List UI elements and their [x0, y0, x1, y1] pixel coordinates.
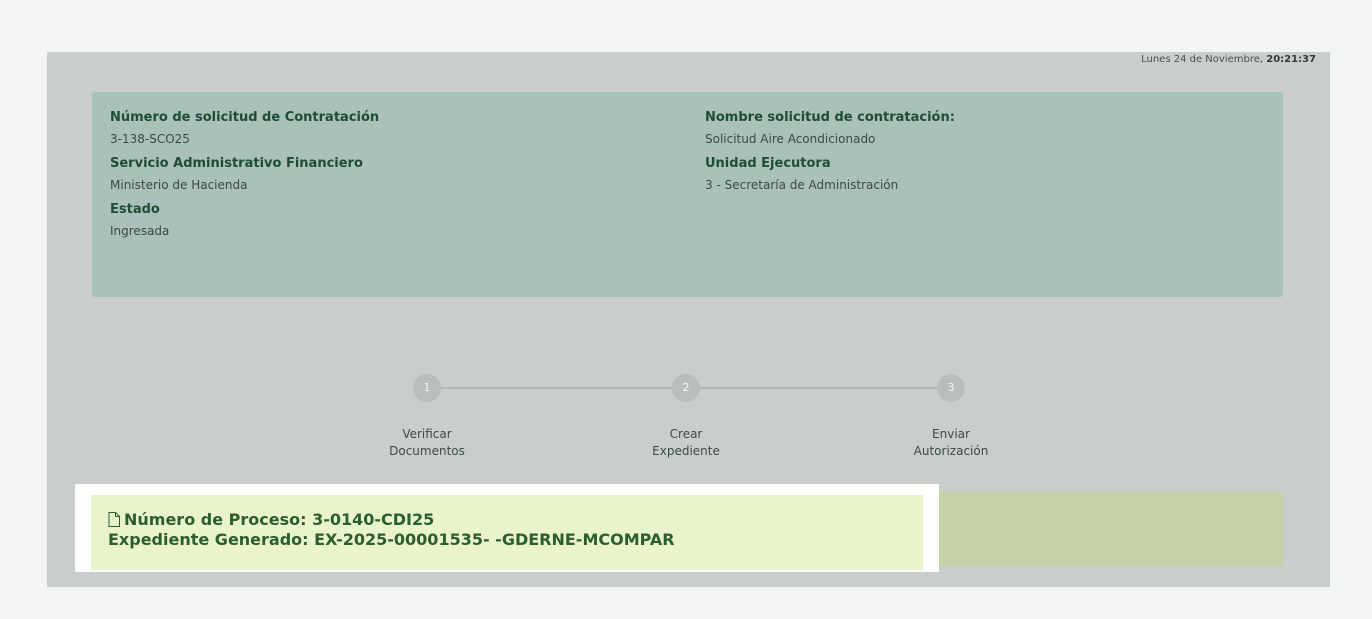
step-3-label-line1: Enviar	[932, 427, 970, 441]
executing-unit-label: Unidad Ejecutora	[705, 156, 831, 171]
executing-unit-value: 3 - Secretaría de Administración	[705, 178, 899, 192]
info-column-right: Nombre solicitud de contratación: Solici…	[705, 110, 955, 202]
status-value: Ingresada	[110, 224, 170, 238]
result-highlight: Número de Proceso: 3-0140-CDI25 Expedien…	[75, 484, 939, 572]
process-stepper: 1 2 3 Verificar Documentos Crear Expedie…	[47, 374, 1330, 464]
step-3-label-line2: Autorización	[913, 444, 989, 458]
step-2-circle[interactable]: 2	[672, 374, 700, 402]
expediente-text: Expediente Generado: EX-2025-00001535- -…	[108, 530, 675, 549]
step-2-label-line1: Crear	[669, 427, 703, 441]
step-connector	[439, 387, 679, 389]
date-text: Lunes 24 de Noviembre,	[1141, 54, 1264, 65]
step-2-label-line2: Expediente	[652, 444, 720, 458]
step-3-circle[interactable]: 3	[937, 374, 965, 402]
step-1-label: Verificar Documentos	[357, 426, 497, 460]
step-2-label: Crear Expediente	[616, 426, 756, 460]
result-banner: Número de Proceso: 3-0140-CDI25 Expedien…	[91, 495, 923, 570]
step-3-label: Enviar Autorización	[881, 426, 1021, 460]
request-name-label: Nombre solicitud de contratación:	[705, 110, 955, 125]
request-number-value: 3-138-SCO25	[110, 132, 190, 146]
process-number-line: Número de Proceso: 3-0140-CDI25	[108, 510, 923, 530]
request-number-label: Número de solicitud de Contratación	[110, 110, 380, 125]
step-1-label-line2: Documentos	[389, 444, 465, 458]
step-1-label-line1: Verificar	[402, 427, 452, 441]
financial-service-label: Servicio Administrativo Financiero	[110, 156, 363, 171]
step-connector	[699, 387, 947, 389]
info-column-left: Número de solicitud de Contratación 3-13…	[110, 110, 379, 248]
datetime-display: Lunes 24 de Noviembre, 20:21:37	[1141, 54, 1316, 65]
process-number-text: Número de Proceso: 3-0140-CDI25	[124, 510, 435, 529]
status-label: Estado	[110, 202, 160, 217]
step-1-circle[interactable]: 1	[413, 374, 441, 402]
request-name-value: Solicitud Aire Acondicionado	[705, 132, 876, 146]
document-icon	[108, 512, 120, 527]
request-info-card: Número de solicitud de Contratación 3-13…	[92, 92, 1283, 297]
time-text: 20:21:37	[1266, 54, 1316, 65]
financial-service-value: Ministerio de Hacienda	[110, 178, 248, 192]
